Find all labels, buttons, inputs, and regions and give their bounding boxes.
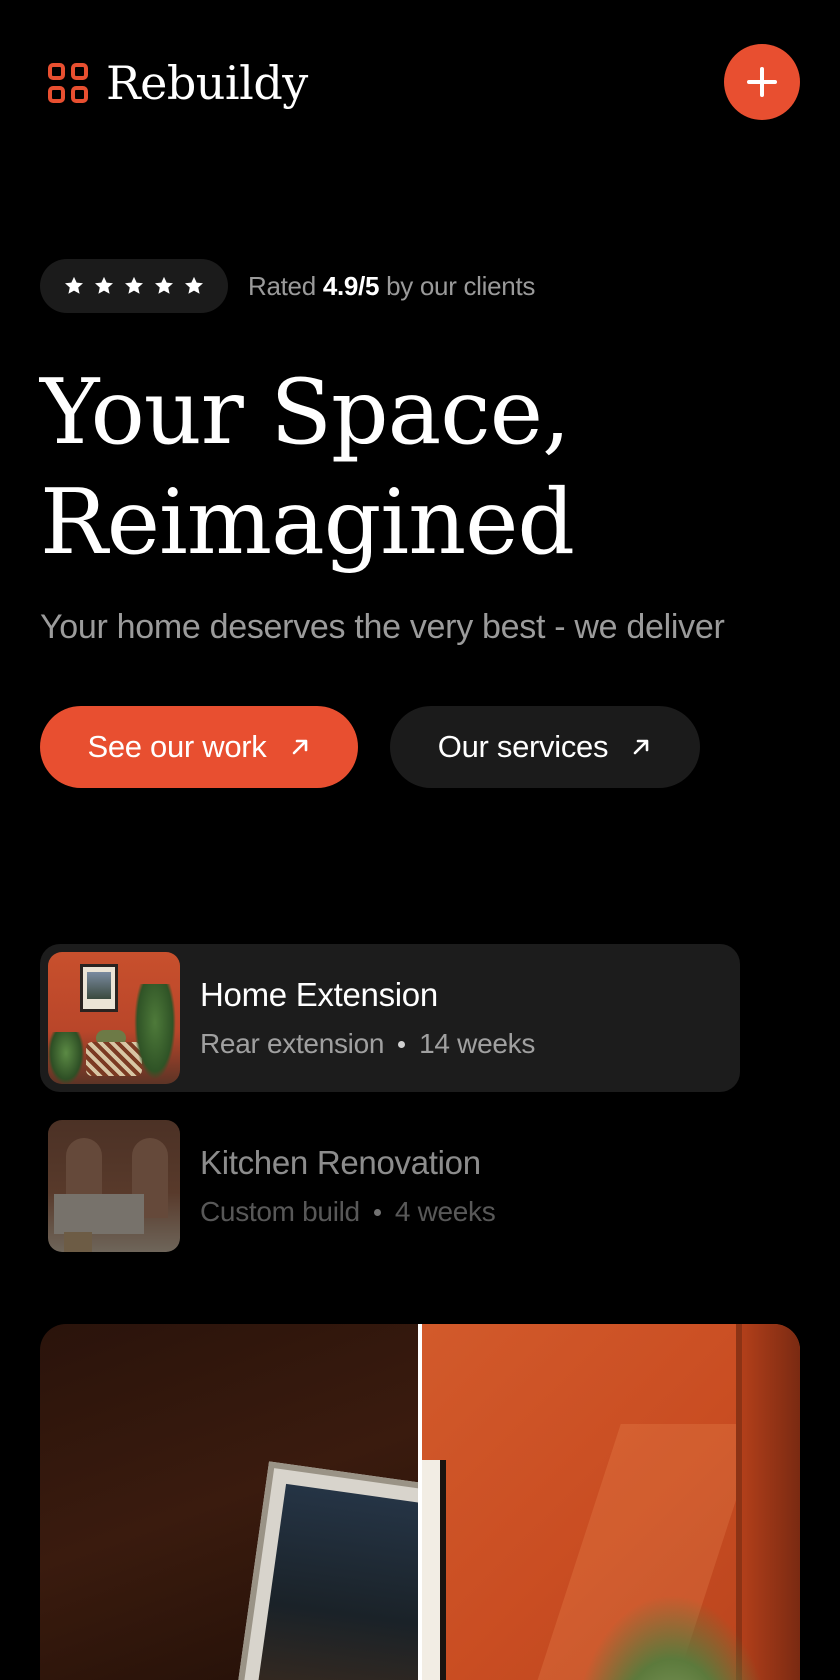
stars-pill bbox=[40, 259, 228, 313]
slider-handle[interactable] bbox=[418, 1324, 422, 1680]
logo[interactable]: Rebuildy bbox=[48, 60, 308, 106]
rating-bar: Rated 4.9/5 by our clients bbox=[40, 259, 535, 313]
arrow-up-right-icon bbox=[633, 739, 649, 755]
hero-title-line1: Your Space, bbox=[40, 360, 571, 465]
grid-logo-icon bbox=[48, 63, 88, 103]
project-title: Home Extension bbox=[200, 976, 438, 1013]
project-duration: 14 weeks bbox=[419, 1028, 536, 1059]
star-icon bbox=[65, 276, 83, 294]
arrow-up-right-icon bbox=[292, 739, 307, 755]
rating-suffix: by our clients bbox=[386, 270, 536, 301]
project-meta: Rear extension 14 weeks bbox=[200, 1028, 535, 1060]
project-item-home-extension[interactable]: Home Extension Rear extension 14 weeks bbox=[40, 944, 740, 1092]
project-meta: Custom build 4 weeks bbox=[200, 1196, 496, 1228]
before-after-slider[interactable] bbox=[40, 1324, 800, 1680]
header: Rebuildy bbox=[40, 44, 800, 120]
rating-prefix: Rated bbox=[248, 270, 316, 301]
before-image bbox=[40, 1324, 468, 1680]
rating-text: Rated 4.9/5 by our clients bbox=[248, 271, 535, 302]
separator-dot bbox=[373, 1208, 381, 1216]
home-extension-thumbnail bbox=[48, 952, 180, 1084]
star-icon bbox=[185, 276, 203, 294]
project-title: Kitchen Renovation bbox=[200, 1144, 481, 1181]
our-services-label: Our services bbox=[437, 729, 609, 764]
project-item-kitchen-renovation[interactable]: Kitchen Renovation Custom build 4 weeks bbox=[40, 1112, 740, 1260]
star-icon bbox=[95, 276, 113, 294]
plus-icon bbox=[747, 67, 777, 97]
separator-dot bbox=[398, 1040, 406, 1048]
project-duration: 4 weeks bbox=[394, 1196, 496, 1227]
kitchen-renovation-thumbnail bbox=[48, 1120, 180, 1252]
star-icon bbox=[155, 276, 173, 294]
see-our-work-button[interactable]: See our work bbox=[40, 706, 358, 788]
brand-name: Rebuildy bbox=[106, 56, 308, 110]
star-icon bbox=[125, 276, 143, 294]
rating-score: 4.9/5 bbox=[322, 270, 380, 301]
project-type: Custom build bbox=[200, 1196, 360, 1227]
hero-title-line2: Reimagined bbox=[40, 470, 575, 575]
project-type: Rear extension bbox=[200, 1028, 385, 1059]
hero-title: Your Space, Reimagined bbox=[40, 358, 800, 578]
see-our-work-label: See our work bbox=[87, 729, 267, 764]
hero-subtitle: Your home deserves the very best - we de… bbox=[40, 608, 725, 646]
our-services-button[interactable]: Our services bbox=[390, 706, 700, 788]
after-image bbox=[422, 1324, 800, 1680]
add-button[interactable] bbox=[724, 44, 800, 120]
